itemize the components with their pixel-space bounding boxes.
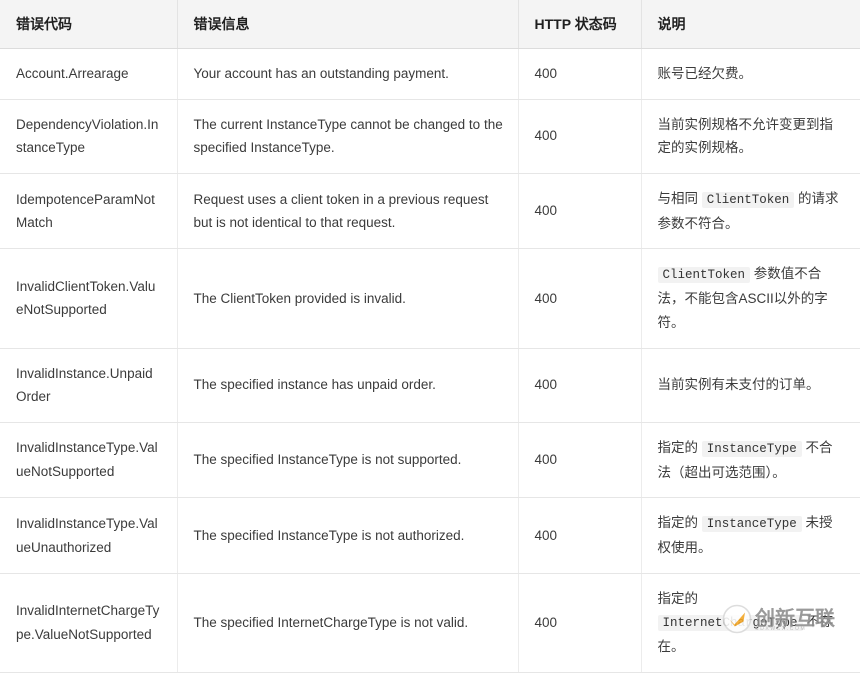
cell-error-code: InvalidClientToken.ValueNotSupported xyxy=(0,248,178,349)
cell-error-message: Request uses a client token in a previou… xyxy=(177,173,519,250)
cell-http-status: 400 xyxy=(518,48,642,100)
cell-error-code: Account.Arrearage xyxy=(0,48,178,100)
cell-http-status: 400 xyxy=(518,173,642,250)
description-text: 指定的 xyxy=(657,515,702,531)
cell-http-status: 400 xyxy=(518,573,642,673)
cell-http-status: 400 xyxy=(518,99,642,174)
cell-error-message: The specified InstanceType is not author… xyxy=(177,497,519,574)
cell-description: 指定的 InstanceType 未授权使用。 xyxy=(641,497,860,574)
cell-http-status: 400 xyxy=(518,422,642,499)
description-text: 当前实例规格不允许变更到指定的实例规格。 xyxy=(657,116,834,156)
cell-description: 账号已经欠费。 xyxy=(641,48,860,100)
column-header-error-code: 错误代码 xyxy=(0,0,178,49)
table-row: InvalidClientToken.ValueNotSupported The … xyxy=(0,248,860,349)
table-header: 错误代码 错误信息 HTTP 状态码 说明 xyxy=(0,0,860,49)
table-header-row: 错误代码 错误信息 HTTP 状态码 说明 xyxy=(0,0,860,49)
column-header-description: 说明 xyxy=(641,0,860,49)
cell-error-code: InvalidInternetChargeType.ValueNotSuppor… xyxy=(0,573,178,673)
cell-description: 当前实例规格不允许变更到指定的实例规格。 xyxy=(641,99,860,174)
cell-error-code: IdempotenceParamNotMatch xyxy=(0,173,178,250)
cell-error-message: The specified InternetChargeType is not … xyxy=(177,573,519,673)
column-header-http-status: HTTP 状态码 xyxy=(518,0,642,49)
cell-error-message: The ClientToken provided is invalid. xyxy=(177,248,519,349)
cell-description: 当前实例有未支付的订单。 xyxy=(641,348,860,423)
table-row: InvalidInstance.UnpaidOrder The specified… xyxy=(0,348,860,423)
inline-code-token: InstanceType xyxy=(701,440,802,457)
table-row: InvalidInternetChargeType.ValueNotSuppor… xyxy=(0,573,860,673)
cell-error-message: The current InstanceType cannot be chang… xyxy=(177,99,519,174)
cell-description: 指定的 InternetChargeType 不存在。 xyxy=(641,573,860,673)
cell-http-status: 400 xyxy=(518,497,642,574)
table-body: Account.Arrearage Your account has an out… xyxy=(0,48,860,673)
table-row: InvalidInstanceType.ValueNotSupported The… xyxy=(0,422,860,499)
table-row: IdempotenceParamNotMatch Request uses a c… xyxy=(0,173,860,250)
table-row: InvalidInstanceType.ValueUnauthorized The… xyxy=(0,497,860,574)
cell-error-code: InvalidInstance.UnpaidOrder xyxy=(0,348,178,423)
table-row: DependencyViolation.InstanceType The curr… xyxy=(0,99,860,174)
description-text: 与相同 xyxy=(657,190,702,206)
cell-description: 指定的 InstanceType 不合法（超出可选范围）。 xyxy=(641,422,860,499)
cell-description: 与相同 ClientToken 的请求参数不符合。 xyxy=(641,173,860,250)
inline-code-token: ClientToken xyxy=(701,191,795,208)
cell-http-status: 400 xyxy=(518,248,642,349)
inline-code-token: InstanceType xyxy=(701,516,802,533)
cell-description: ClientToken 参数值不合法，不能包含ASCII以外的字符。 xyxy=(641,248,860,349)
description-text: 账号已经欠费。 xyxy=(657,66,753,81)
table-row: Account.Arrearage Your account has an out… xyxy=(0,48,860,100)
description-text: 当前实例有未支付的订单。 xyxy=(657,377,820,393)
inline-code-token: InternetChargeType xyxy=(657,615,803,632)
column-header-error-message: 错误信息 xyxy=(177,0,519,49)
error-code-table: 错误代码 错误信息 HTTP 状态码 说明 Account.Arrearage Y… xyxy=(0,0,860,673)
description-text: 指定的 xyxy=(657,439,702,455)
cell-error-code: InvalidInstanceType.ValueUnauthorized xyxy=(0,497,178,574)
cell-error-code: InvalidInstanceType.ValueNotSupported xyxy=(0,422,178,499)
cell-error-code: DependencyViolation.InstanceType xyxy=(0,99,178,174)
inline-code-token: ClientToken xyxy=(657,267,751,284)
description-text: 指定的 xyxy=(657,590,699,606)
cell-error-message: The specified instance has unpaid order. xyxy=(177,348,519,423)
cell-error-message: Your account has an outstanding payment. xyxy=(177,48,519,100)
cell-http-status: 400 xyxy=(518,348,642,423)
cell-error-message: The specified InstanceType is not suppor… xyxy=(177,422,519,499)
